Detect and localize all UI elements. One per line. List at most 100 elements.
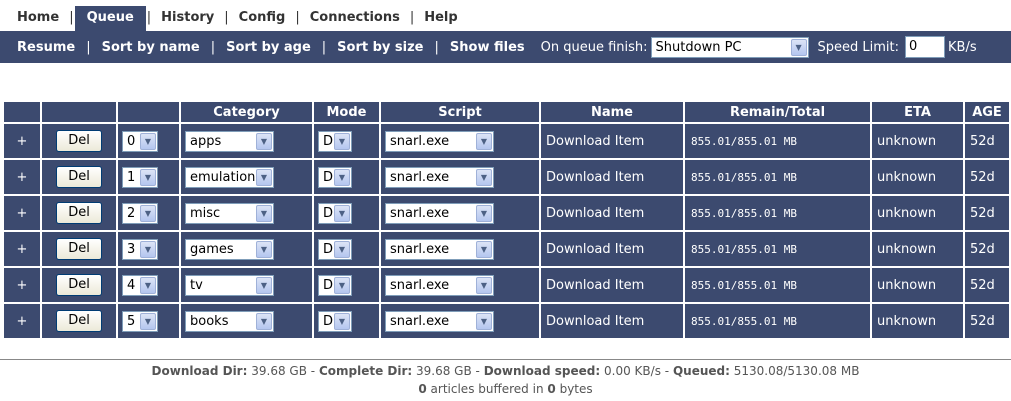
- chevron-down-icon[interactable]: ▼: [256, 276, 272, 294]
- script-select[interactable]: snarl.exe ▼: [385, 130, 494, 152]
- sort-by-name-link[interactable]: Sort by name: [91, 40, 211, 55]
- chevron-down-icon[interactable]: ▼: [256, 240, 272, 258]
- header-eta: ETA: [872, 102, 963, 122]
- priority-value: 1: [127, 169, 136, 185]
- priority-value: 5: [127, 313, 136, 329]
- mode-select[interactable]: D ▼: [318, 274, 352, 296]
- category-select[interactable]: emulation ▼: [185, 166, 274, 188]
- header-script: Script: [381, 102, 539, 122]
- script-select[interactable]: snarl.exe ▼: [385, 274, 494, 296]
- status-line-1: Download Dir: 39.68 GB - Complete Dir: 3…: [0, 362, 1011, 380]
- chevron-down-icon[interactable]: ▼: [334, 276, 350, 294]
- category-value: books: [190, 313, 229, 329]
- mode-select[interactable]: D ▼: [318, 202, 352, 224]
- chevron-down-icon[interactable]: ▼: [476, 132, 492, 150]
- delete-button[interactable]: Del: [56, 202, 102, 224]
- resume-link[interactable]: Resume: [0, 40, 86, 55]
- script-value: snarl.exe: [390, 133, 450, 149]
- chevron-down-icon[interactable]: ▼: [140, 204, 156, 222]
- mode-select[interactable]: D ▼: [318, 310, 352, 332]
- category-select[interactable]: games ▼: [185, 238, 274, 260]
- nav-history[interactable]: History: [152, 6, 223, 31]
- priority-value: 0: [127, 133, 136, 149]
- script-select[interactable]: snarl.exe ▼: [385, 238, 494, 260]
- nav-connections[interactable]: Connections: [301, 6, 409, 31]
- script-value: snarl.exe: [390, 313, 450, 329]
- category-select[interactable]: tv ▼: [185, 274, 274, 296]
- expand-toggle[interactable]: +: [4, 160, 40, 194]
- script-select[interactable]: snarl.exe ▼: [385, 166, 494, 188]
- category-cell: apps ▼: [181, 124, 312, 158]
- speed-limit-input[interactable]: 0: [905, 36, 946, 58]
- chevron-down-icon[interactable]: ▼: [140, 240, 156, 258]
- chevron-down-icon[interactable]: ▼: [256, 204, 272, 222]
- chevron-down-icon[interactable]: ▼: [140, 132, 156, 150]
- chevron-down-icon[interactable]: ▼: [334, 132, 350, 150]
- script-value: snarl.exe: [390, 205, 450, 221]
- mode-value: D: [323, 277, 334, 293]
- script-select[interactable]: snarl.exe ▼: [385, 202, 494, 224]
- delete-button[interactable]: Del: [56, 130, 102, 152]
- mode-select[interactable]: D ▼: [318, 166, 352, 188]
- category-select[interactable]: misc ▼: [185, 202, 274, 224]
- expand-toggle[interactable]: +: [4, 196, 40, 230]
- chevron-down-icon[interactable]: ▼: [140, 168, 156, 186]
- nav-help[interactable]: Help: [415, 6, 466, 31]
- chevron-down-icon[interactable]: ▼: [476, 204, 492, 222]
- top-nav: Home | Queue | History | Config | Connec…: [0, 6, 467, 31]
- eta: unknown: [872, 304, 963, 338]
- mode-select[interactable]: D ▼: [318, 130, 352, 152]
- show-files-link[interactable]: Show files: [439, 40, 536, 55]
- chevron-down-icon[interactable]: ▼: [476, 276, 492, 294]
- nav-config[interactable]: Config: [230, 6, 295, 31]
- chevron-down-icon[interactable]: ▼: [334, 204, 350, 222]
- expand-toggle[interactable]: +: [4, 268, 40, 302]
- category-value: tv: [190, 277, 203, 293]
- expand-toggle[interactable]: +: [4, 304, 40, 338]
- chevron-down-icon[interactable]: ▼: [790, 38, 807, 56]
- delete-button[interactable]: Del: [56, 274, 102, 296]
- chevron-down-icon[interactable]: ▼: [476, 168, 492, 186]
- nav-home[interactable]: Home: [0, 6, 68, 31]
- table-row: + Del 0 ▼ apps ▼ D ▼ snarl.exe ▼ Download Item 855.…: [4, 124, 1009, 158]
- chevron-down-icon[interactable]: ▼: [476, 312, 492, 330]
- priority-select[interactable]: 0 ▼: [122, 130, 158, 152]
- sort-by-size-link[interactable]: Sort by size: [326, 40, 434, 55]
- chevron-down-icon[interactable]: ▼: [256, 132, 272, 150]
- delete-button[interactable]: Del: [56, 238, 102, 260]
- expand-toggle[interactable]: +: [4, 124, 40, 158]
- chevron-down-icon[interactable]: ▼: [334, 312, 350, 330]
- age: 52d: [965, 232, 1009, 266]
- priority-select[interactable]: 4 ▼: [122, 274, 158, 296]
- item-name: Download Item: [541, 268, 683, 302]
- priority-select[interactable]: 5 ▼: [122, 310, 158, 332]
- mode-select[interactable]: D ▼: [318, 238, 352, 260]
- chevron-down-icon[interactable]: ▼: [256, 312, 272, 330]
- chevron-down-icon[interactable]: ▼: [256, 168, 272, 186]
- table-row: + Del 3 ▼ games ▼ D ▼ snarl.exe ▼ Download Item 855…: [4, 232, 1009, 266]
- delete-button[interactable]: Del: [56, 310, 102, 332]
- priority-select[interactable]: 2 ▼: [122, 202, 158, 224]
- script-select[interactable]: snarl.exe ▼: [385, 310, 494, 332]
- chevron-down-icon[interactable]: ▼: [334, 168, 350, 186]
- articles-count: 0: [418, 382, 427, 396]
- chevron-down-icon[interactable]: ▼: [140, 312, 156, 330]
- chevron-down-icon[interactable]: ▼: [334, 240, 350, 258]
- queue-finish-select[interactable]: Shutdown PC ▼: [650, 36, 809, 58]
- script-cell: snarl.exe ▼: [381, 124, 539, 158]
- chevron-down-icon[interactable]: ▼: [476, 240, 492, 258]
- table-header-row: Category Mode Script Name Remain/Total E…: [4, 102, 1009, 122]
- delete-button[interactable]: Del: [56, 166, 102, 188]
- nav-queue[interactable]: Queue: [74, 6, 146, 31]
- category-select[interactable]: books ▼: [185, 310, 274, 332]
- priority-cell: 4 ▼: [118, 268, 179, 302]
- priority-select[interactable]: 1 ▼: [122, 166, 158, 188]
- category-select[interactable]: apps ▼: [185, 130, 274, 152]
- script-cell: snarl.exe ▼: [381, 268, 539, 302]
- chevron-down-icon[interactable]: ▼: [140, 276, 156, 294]
- category-value: apps: [190, 133, 222, 149]
- expand-toggle[interactable]: +: [4, 232, 40, 266]
- priority-select[interactable]: 3 ▼: [122, 238, 158, 260]
- category-value: emulation: [190, 169, 256, 185]
- sort-by-age-link[interactable]: Sort by age: [215, 40, 322, 55]
